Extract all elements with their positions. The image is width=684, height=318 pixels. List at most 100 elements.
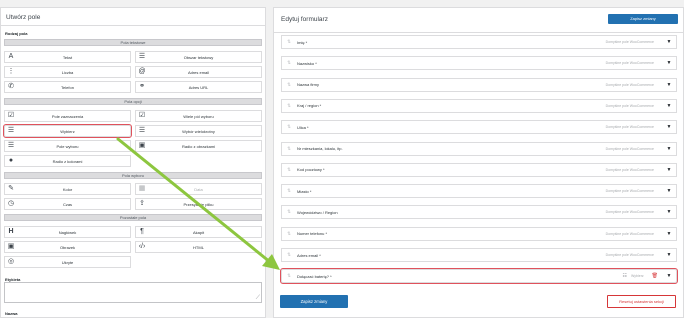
field-url-button[interactable]: ⚭ Adres URL — [135, 81, 262, 93]
drag-handle-icon[interactable]: ⇅ — [284, 231, 294, 237]
reset-section-button[interactable]: Resetuj ustawienia sekcji — [607, 295, 676, 308]
caret-down-icon[interactable]: ▼ — [662, 39, 676, 45]
caret-down-icon[interactable]: ▼ — [662, 124, 676, 130]
field-checkbox-button[interactable]: ☑ Pole zaznaczenia — [4, 110, 131, 122]
button-label: Wybór wielokrotny — [182, 128, 215, 134]
drag-handle-icon[interactable]: ⇅ — [284, 188, 294, 194]
caret-down-icon[interactable]: ▼ — [662, 231, 676, 237]
drag-handle-icon[interactable]: ⇅ — [284, 252, 294, 258]
field-row-label: Miasto * — [297, 188, 312, 194]
brush-icon: ✎ — [8, 185, 14, 192]
field-row-label: Imię * — [297, 39, 308, 45]
field-row-label: Adres email * — [297, 252, 321, 258]
field-radio-images-button[interactable]: ▣ Radio z obrazkami — [135, 140, 262, 152]
list-ordered-icon: ⋮ — [7, 68, 15, 75]
drag-handle-icon[interactable]: ⇅ — [284, 39, 294, 45]
drag-handle-icon[interactable]: ⇅ — [284, 273, 294, 279]
field-type-tag: Wybierz — [631, 274, 644, 278]
label-textarea[interactable]: ⟋ — [4, 282, 262, 303]
calendar-icon: ▦ — [138, 185, 146, 192]
link-icon: ⚭ — [139, 83, 145, 90]
divider — [274, 32, 683, 33]
field-file-button[interactable]: ⇪ Przesyłanie pliku — [135, 198, 262, 210]
caret-down-icon[interactable]: ▼ — [662, 209, 676, 215]
heading-icon: H — [8, 228, 14, 235]
form-field-row[interactable]: ⇅ Województwo / Region Domyślne pole WooCo… — [281, 205, 677, 220]
form-field-row[interactable]: ⇅ Kraj / region * Domyślne pole WooCommerc… — [281, 98, 677, 113]
field-image-button[interactable]: ▣ Obrazek — [4, 241, 131, 253]
field-row-label: Kod pocztowy * — [297, 167, 325, 173]
field-heading-button[interactable]: H Nagłówek — [4, 226, 131, 238]
button-label: Adres URL — [188, 84, 209, 90]
resize-grip-icon[interactable]: ⟋ — [256, 295, 260, 302]
caret-down-icon[interactable]: ▼ — [662, 82, 676, 88]
field-phone-button[interactable]: ✆ Telefon — [4, 81, 131, 93]
drag-handle-icon[interactable]: ⇅ — [284, 60, 294, 66]
button-label: Wybierz — [60, 128, 75, 134]
field-row-label: Dołączać baterię? * — [297, 273, 332, 279]
group-option-fields: Pola opcji — [4, 98, 262, 105]
form-field-row[interactable]: ⇅ Numer telefonu * Domyślne pole WooCommer… — [281, 226, 677, 241]
code-icon: ‹/› — [138, 243, 146, 250]
field-type-label: Rodzaj pola — [5, 31, 28, 36]
field-email-button[interactable]: @ Adres email — [135, 66, 262, 78]
group-picker-fields: Pola wyboru — [4, 172, 262, 179]
caret-down-icon[interactable]: ▼ — [662, 252, 676, 258]
field-select-button[interactable]: ☰ Wybierz — [3, 124, 132, 138]
button-label: Radio z obrazkami — [181, 143, 216, 149]
save-changes-bottom-button[interactable]: Zapisz zmiany — [280, 295, 348, 308]
field-type-tag: Domyślne pole WooCommerce — [605, 82, 654, 87]
drag-handle-icon[interactable]: ⇅ — [284, 82, 294, 88]
form-field-row[interactable]: ⇅ Nr mieszkania, lokalu, itp. Domyślne pol… — [281, 141, 677, 156]
field-date-button[interactable]: ▦ Data — [135, 183, 262, 195]
drag-handle-icon[interactable]: ⇅ — [284, 209, 294, 215]
button-label: Czas — [62, 201, 73, 207]
field-paragraph-button[interactable]: ¶ Akapit — [135, 226, 262, 238]
drag-handle-icon[interactable]: ⇅ — [284, 124, 294, 130]
form-field-row[interactable]: ⇅ Kod pocztowy * Domyślne pole WooCommerce… — [281, 162, 677, 177]
trash-icon[interactable]: 🗑 — [652, 273, 658, 279]
field-radio-button[interactable]: ☰ Pole wyboru — [4, 140, 131, 152]
field-hidden-button[interactable]: ◎ Ukryte — [4, 256, 131, 268]
button-label: Obrazek — [59, 244, 76, 250]
field-row-label: Ulica * — [297, 124, 309, 130]
caret-down-icon[interactable]: ▼ — [662, 60, 676, 66]
field-row-label: Województwo / Region — [297, 209, 338, 215]
caret-down-icon[interactable]: ▼ — [662, 273, 676, 279]
field-type-tag: Domyślne pole WooCommerce — [605, 61, 654, 66]
divider — [1, 25, 265, 26]
caret-down-icon[interactable]: ▼ — [662, 167, 676, 173]
form-field-row[interactable]: ⇅ Ulica * Domyślne pole WooCommerce ▼ — [281, 120, 677, 135]
image-icon: ▣ — [7, 243, 15, 250]
drag-handle-icon[interactable]: ⇅ — [284, 103, 294, 109]
bullet-list-icon: ☰ — [138, 127, 146, 134]
field-time-button[interactable]: ◷ Czas — [4, 198, 131, 210]
form-field-row[interactable]: ⇅ Nazwisko * Domyślne pole WooCommerce ▼ — [281, 56, 677, 71]
form-field-row[interactable]: ⇅ Adres email * Domyślne pole WooCommerce ▼ — [281, 248, 677, 262]
field-html-button[interactable]: ‹/› HTML — [135, 241, 262, 253]
field-text-button[interactable]: A Tekst — [4, 51, 131, 63]
form-field-row-custom[interactable]: ⇅ Dołączać baterię? * ☷ Wybierz 🗑 ▼ — [280, 268, 678, 284]
field-color-button[interactable]: ✎ Kolor — [4, 183, 131, 195]
field-row-label: Kraj / region * — [297, 103, 322, 109]
drag-handle-icon[interactable]: ⇅ — [284, 167, 294, 173]
field-multicheckbox-button[interactable]: ☑ Wiele pól wyboru — [135, 110, 262, 122]
save-changes-top-button[interactable]: Zapisz zmiany — [608, 14, 678, 24]
drag-handle-icon[interactable]: ⇅ — [284, 146, 294, 152]
field-textarea-button[interactable]: ☰ Obszar tekstowy — [135, 51, 262, 63]
caret-down-icon[interactable]: ▼ — [662, 103, 676, 109]
field-radio-colors-button[interactable]: ● Radio z kolorami — [4, 155, 131, 167]
field-multiselect-button[interactable]: ☰ Wybór wielokrotny — [135, 125, 262, 137]
field-number-button[interactable]: ⋮ Liczba — [4, 66, 131, 78]
form-field-row[interactable]: ⇅ Nazwa firmy Domyślne pole WooCommerce ▼ — [281, 77, 677, 92]
caret-down-icon[interactable]: ▼ — [662, 188, 676, 194]
eye-hidden-icon: ◎ — [7, 258, 15, 265]
group-text-fields: Pola tekstowe — [4, 39, 262, 46]
form-field-row[interactable]: ⇅ Miasto * Domyślne pole WooCommerce ▼ — [281, 184, 677, 199]
form-field-row[interactable]: ⇅ Imię * Domyślne pole WooCommerce ▼ — [281, 35, 677, 49]
caret-down-icon[interactable]: ▼ — [662, 146, 676, 152]
upload-icon: ⇪ — [139, 200, 145, 207]
button-label: Radio z kolorami — [52, 158, 83, 164]
button-label: Tekst — [62, 54, 73, 60]
field-type-tag: Domyślne pole WooCommerce — [605, 103, 654, 108]
